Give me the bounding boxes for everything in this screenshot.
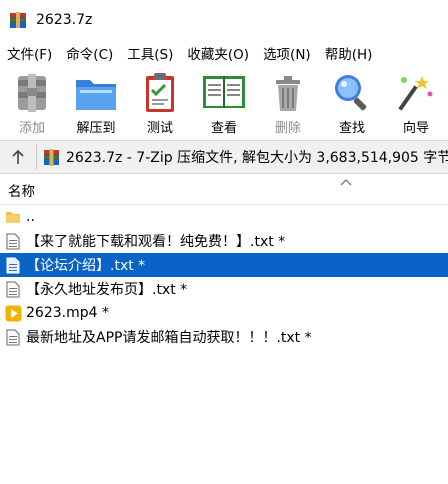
add-button[interactable]: 添加: [0, 66, 64, 140]
text-file-icon: [4, 232, 22, 250]
text-file-icon: [4, 328, 22, 346]
file-name: 【论坛介绍】.txt *: [26, 258, 146, 274]
address-text: 2623.7z - 7-Zip 压缩文件, 解包大小为 3,683,514,90…: [66, 150, 448, 166]
test-label: 测试: [146, 121, 173, 136]
menu-bar: 文件(F) 命令(C) 工具(S) 收藏夹(O) 选项(N) 帮助(H): [0, 40, 448, 66]
address-field[interactable]: 2623.7z - 7-Zip 压缩文件, 解包大小为 3,683,514,90…: [43, 144, 448, 170]
extract-to-button[interactable]: 解压到: [64, 66, 128, 140]
test-button[interactable]: 测试: [128, 66, 192, 140]
delete-button[interactable]: 删除: [256, 66, 320, 140]
sort-ascending-icon: [340, 179, 352, 186]
menu-tools[interactable]: 工具(S): [120, 43, 180, 63]
magnifier-icon: [335, 75, 367, 111]
address-separator: [36, 144, 37, 170]
archive-icon: [43, 148, 60, 166]
toolbar: 添加 解压到 测试 查看 删除 查找 向导: [0, 66, 448, 140]
wizard-label: 向导: [402, 121, 429, 136]
arrow-up-icon: [12, 149, 24, 164]
file-row[interactable]: 【来了就能下载和观看！纯免费！】.txt *: [0, 229, 448, 253]
video-play-icon: [4, 304, 22, 322]
view-label: 查看: [210, 121, 237, 136]
text-file-icon: [4, 280, 22, 298]
menu-file[interactable]: 文件(F): [0, 43, 59, 63]
wizard-icon: [398, 76, 433, 111]
view-book-icon: [203, 76, 245, 108]
extract-to-label: 解压到: [76, 121, 116, 136]
menu-options[interactable]: 选项(N): [256, 43, 318, 63]
find-label: 查找: [338, 121, 365, 136]
find-button[interactable]: 查找: [320, 66, 384, 140]
title-bar[interactable]: 2623.7z: [0, 0, 448, 40]
column-name-header[interactable]: 名称: [8, 180, 35, 200]
test-clipboard-icon: [146, 73, 174, 112]
address-bar: 2623.7z - 7-Zip 压缩文件, 解包大小为 3,683,514,90…: [0, 140, 448, 174]
file-row[interactable]: 最新地址及APP请发邮箱自动获取！！！.txt *: [0, 325, 448, 349]
window-title: 2623.7z: [36, 12, 93, 28]
trash-icon: [276, 76, 300, 111]
file-row-selected[interactable]: 【论坛介绍】.txt *: [0, 253, 448, 277]
add-label: 添加: [18, 121, 45, 136]
up-folder-button[interactable]: [0, 140, 36, 174]
column-header: 名称: [0, 175, 448, 205]
file-row[interactable]: 2623.mp4 *: [0, 301, 448, 325]
text-file-icon: [4, 256, 22, 274]
file-name: ..: [26, 209, 35, 225]
menu-favorites[interactable]: 收藏夹(O): [180, 43, 256, 63]
add-archive-icon: [18, 74, 46, 112]
folder-icon: [4, 208, 22, 226]
file-row[interactable]: 【永久地址发布页】.txt *: [0, 277, 448, 301]
file-name: 2623.mp4 *: [26, 305, 109, 321]
delete-label: 删除: [274, 121, 301, 136]
wizard-button[interactable]: 向导: [384, 66, 448, 140]
extract-folder-icon: [76, 80, 116, 110]
file-list: .. 【来了就能下载和观看！纯免费！】.txt * 【论坛介绍】.txt * 【…: [0, 205, 448, 484]
file-name: 【永久地址发布页】.txt *: [26, 282, 188, 298]
menu-help[interactable]: 帮助(H): [318, 43, 380, 63]
view-button[interactable]: 查看: [192, 66, 256, 140]
file-row-parent[interactable]: ..: [0, 205, 448, 229]
file-name: 最新地址及APP请发邮箱自动获取！！！.txt *: [26, 330, 312, 346]
winrar-app-icon: [9, 11, 27, 29]
menu-command[interactable]: 命令(C): [59, 43, 120, 63]
file-name: 【来了就能下载和观看！纯免费！】.txt *: [26, 234, 286, 250]
